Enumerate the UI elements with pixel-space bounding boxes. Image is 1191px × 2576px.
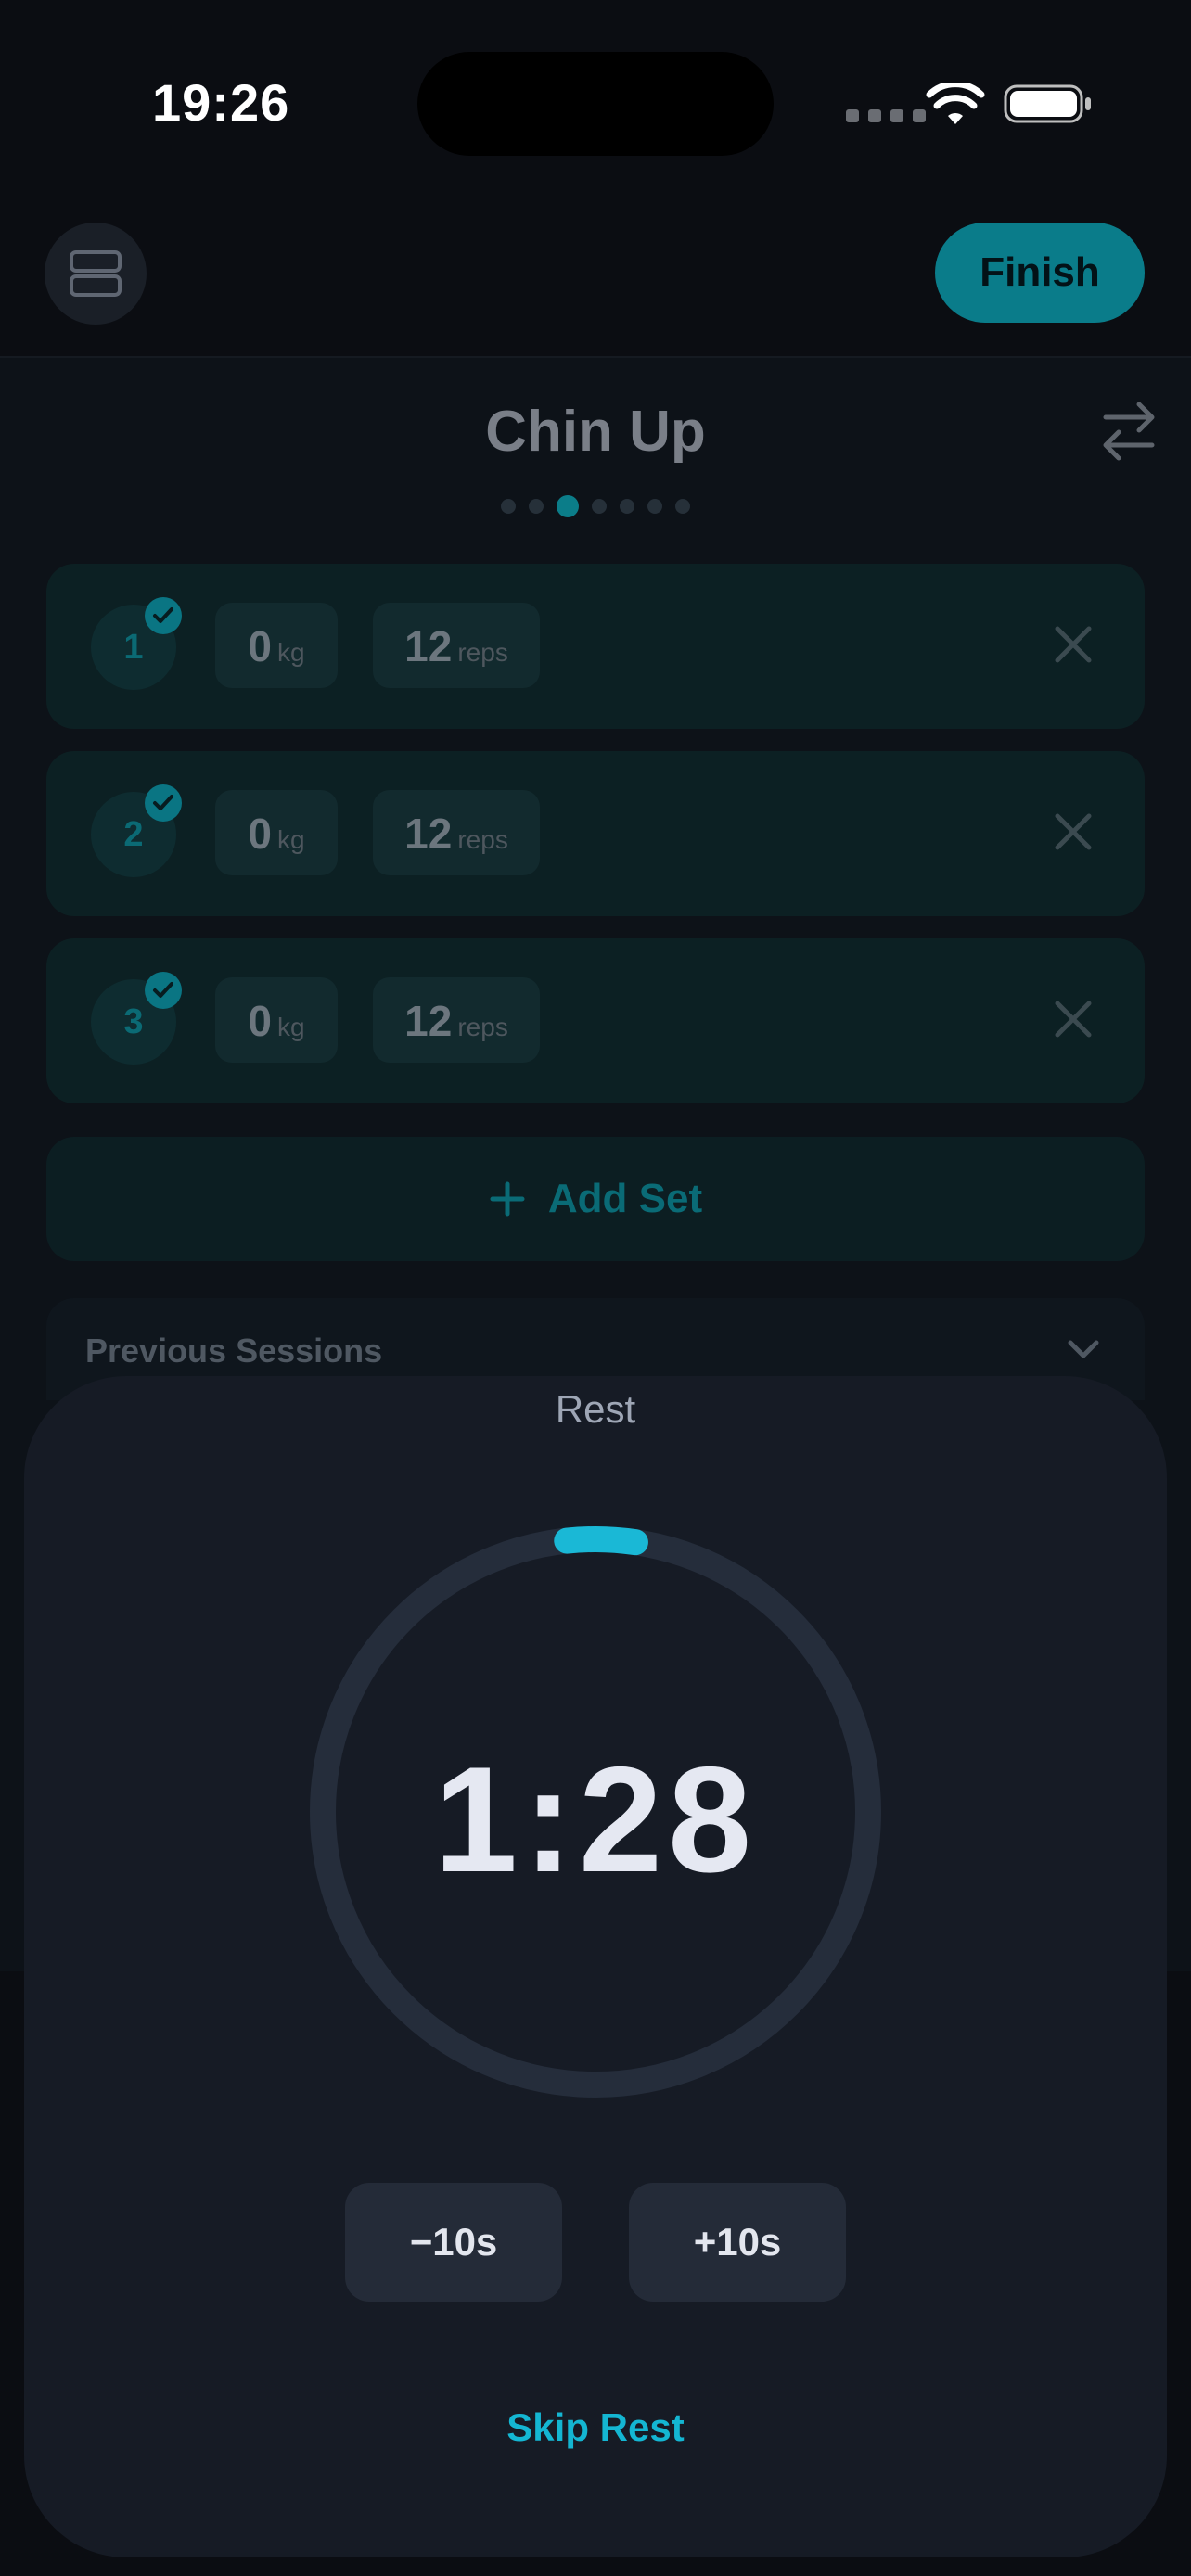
reps-value: 12 xyxy=(404,997,453,1045)
weight-unit: kg xyxy=(277,1013,305,1041)
rest-title: Rest xyxy=(555,1387,636,1431)
swap-exercise-icon[interactable] xyxy=(1100,401,1158,462)
layout-rows-icon xyxy=(70,250,122,297)
battery-icon xyxy=(1004,84,1091,123)
minus-10s-button[interactable]: −10s xyxy=(345,2183,562,2302)
signal-dots-icon xyxy=(846,109,926,122)
reps-field[interactable]: 12 reps xyxy=(373,603,540,688)
set-row: 2 0 kg 12 reps xyxy=(46,751,1145,916)
add-set-label: Add Set xyxy=(547,1176,703,1221)
dynamic-island xyxy=(417,52,774,156)
reps-unit: reps xyxy=(457,1013,508,1041)
page-dot-active[interactable] xyxy=(557,495,579,517)
rest-countdown: 1:28 xyxy=(433,1736,758,1904)
remove-set-icon[interactable] xyxy=(1050,621,1096,668)
page-dot[interactable] xyxy=(592,499,607,514)
weight-field[interactable]: 0 kg xyxy=(215,977,338,1063)
reps-unit: reps xyxy=(457,825,508,854)
checkmark-icon xyxy=(145,597,182,634)
page-dot[interactable] xyxy=(620,499,634,514)
weight-value: 0 xyxy=(248,997,272,1045)
finish-button[interactable]: Finish xyxy=(935,223,1145,323)
weight-unit: kg xyxy=(277,825,305,854)
previous-sessions-label: Previous Sessions xyxy=(85,1332,383,1370)
wifi-icon xyxy=(926,83,985,124)
checkmark-icon xyxy=(145,972,182,1009)
reps-unit: reps xyxy=(457,638,508,667)
status-time: 19:26 xyxy=(152,73,290,132)
page-dot[interactable] xyxy=(675,499,690,514)
checkmark-icon xyxy=(145,784,182,822)
page-dot[interactable] xyxy=(529,499,544,514)
reps-field[interactable]: 12 reps xyxy=(373,790,540,875)
set-row: 1 0 kg 12 reps xyxy=(46,564,1145,729)
page-dot[interactable] xyxy=(501,499,516,514)
weight-value: 0 xyxy=(248,810,272,858)
reps-value: 12 xyxy=(404,810,453,858)
weight-value: 0 xyxy=(248,622,272,670)
weight-unit: kg xyxy=(277,638,305,667)
exercise-title: Chin Up xyxy=(485,400,706,464)
layout-toggle-button[interactable] xyxy=(45,223,147,325)
skip-rest-button[interactable]: Skip Rest xyxy=(0,2405,1191,2450)
plus-icon xyxy=(490,1181,525,1217)
remove-set-icon[interactable] xyxy=(1050,809,1096,855)
chevron-down-icon xyxy=(1068,1340,1099,1358)
remove-set-icon[interactable] xyxy=(1050,996,1096,1042)
reps-value: 12 xyxy=(404,622,453,670)
weight-field[interactable]: 0 kg xyxy=(215,603,338,688)
weight-field[interactable]: 0 kg xyxy=(215,790,338,875)
plus-10s-button[interactable]: +10s xyxy=(629,2183,846,2302)
page-dot[interactable] xyxy=(647,499,662,514)
exercise-page-indicator[interactable] xyxy=(0,495,1191,517)
add-set-button[interactable]: Add Set xyxy=(46,1137,1145,1261)
set-row: 3 0 kg 12 reps xyxy=(46,938,1145,1103)
reps-field[interactable]: 12 reps xyxy=(373,977,540,1063)
